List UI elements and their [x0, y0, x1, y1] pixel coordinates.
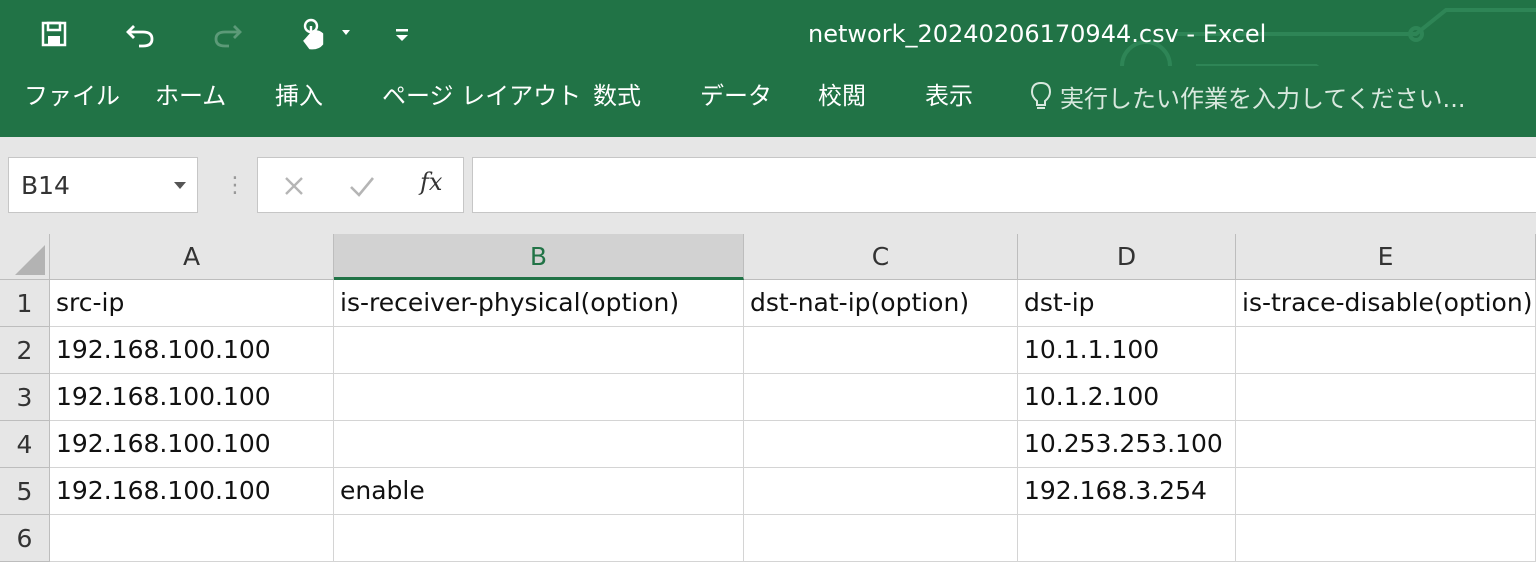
cell-b3[interactable]	[334, 374, 744, 421]
tab-home[interactable]: ホーム	[155, 79, 226, 113]
window-title: network_20240206170944.csv - Excel	[808, 20, 1267, 48]
cell-d6[interactable]	[1018, 515, 1236, 562]
cell-e1[interactable]: is-trace-disable(option)	[1236, 280, 1536, 327]
cell-d2[interactable]: 10.1.1.100	[1018, 327, 1236, 374]
undo-button[interactable]	[122, 12, 158, 56]
cell-e6[interactable]	[1236, 515, 1536, 562]
cell-d3[interactable]: 10.1.2.100	[1018, 374, 1236, 421]
tab-insert[interactable]: 挿入	[275, 79, 323, 113]
cell-b2[interactable]	[334, 327, 744, 374]
select-all-triangle-icon	[15, 245, 45, 275]
cell-e2[interactable]	[1236, 327, 1536, 374]
ribbon-tabs: ファイル ホーム 挿入 ページ レイアウト 数式 データ 校閲 表示 実行したい…	[0, 66, 1536, 137]
cell-e4[interactable]	[1236, 421, 1536, 468]
cell-e3[interactable]	[1236, 374, 1536, 421]
redo-icon	[214, 25, 242, 48]
redo-button[interactable]	[210, 12, 246, 56]
cell-d5[interactable]: 192.168.3.254	[1018, 468, 1236, 515]
row-header-6[interactable]: 6	[0, 515, 50, 562]
tab-file[interactable]: ファイル	[24, 79, 120, 113]
tab-page-layout[interactable]: ページ レイアウト	[382, 79, 581, 113]
column-header-c[interactable]: C	[744, 234, 1018, 280]
chevron-down-icon[interactable]	[173, 180, 187, 190]
formula-bar-buttons: fx	[257, 157, 464, 213]
undo-icon	[126, 25, 154, 48]
cell-c5[interactable]	[744, 468, 1018, 515]
lightbulb-icon	[1030, 81, 1052, 109]
cell-c2[interactable]	[744, 327, 1018, 374]
cell-a5[interactable]: 192.168.100.100	[50, 468, 334, 515]
worksheet-grid: A B C D E 1 2 3 4 5 6 src-ip is-receiver…	[0, 234, 1536, 562]
cell-a6[interactable]	[50, 515, 334, 562]
cell-a3[interactable]: 192.168.100.100	[50, 374, 334, 421]
row-header-2[interactable]: 2	[0, 327, 50, 374]
cell-c4[interactable]	[744, 421, 1018, 468]
title-bar: network_20240206170944.csv - Excel	[0, 0, 1536, 122]
formula-bar-area: B14 ⋮ fx	[0, 137, 1536, 234]
cell-a2[interactable]: 192.168.100.100	[50, 327, 334, 374]
enter-check-icon[interactable]	[348, 171, 376, 201]
cell-b6[interactable]	[334, 515, 744, 562]
touch-mode-icon	[303, 18, 350, 50]
name-box[interactable]: B14	[8, 157, 198, 213]
insert-function-button[interactable]: fx	[420, 168, 442, 196]
column-header-d[interactable]: D	[1018, 234, 1236, 280]
name-box-value: B14	[21, 171, 70, 200]
cell-b4[interactable]	[334, 421, 744, 468]
chevron-down-icon	[342, 30, 350, 35]
column-header-e[interactable]: E	[1236, 234, 1536, 280]
cell-b1[interactable]: is-receiver-physical(option)	[334, 280, 744, 327]
cell-d4[interactable]: 10.253.253.100	[1018, 421, 1236, 468]
cell-a4[interactable]: 192.168.100.100	[50, 421, 334, 468]
touch-mode-button[interactable]	[298, 12, 356, 56]
formula-bar-grip[interactable]: ⋮	[224, 173, 246, 198]
cell-c1[interactable]: dst-nat-ip(option)	[744, 280, 1018, 327]
formula-input[interactable]	[472, 157, 1536, 213]
tab-view[interactable]: 表示	[925, 79, 973, 113]
row-header-4[interactable]: 4	[0, 421, 50, 468]
cancel-icon[interactable]	[282, 171, 306, 201]
cell-c3[interactable]	[744, 374, 1018, 421]
row-header-3[interactable]: 3	[0, 374, 50, 421]
save-icon	[41, 21, 67, 47]
save-button[interactable]	[36, 12, 72, 56]
cell-b5[interactable]: enable	[334, 468, 744, 515]
column-header-a[interactable]: A	[50, 234, 334, 280]
cell-a1[interactable]: src-ip	[50, 280, 334, 327]
customize-qat-icon	[396, 29, 408, 41]
tab-formulas[interactable]: 数式	[593, 79, 641, 113]
tab-data[interactable]: データ	[700, 79, 772, 113]
cell-c6[interactable]	[744, 515, 1018, 562]
row-header-1[interactable]: 1	[0, 280, 50, 327]
tell-me-search[interactable]: 実行したい作業を入力してください...	[1030, 79, 1465, 113]
column-header-b[interactable]: B	[334, 234, 744, 280]
tab-review[interactable]: 校閲	[818, 79, 866, 113]
customize-qat-button[interactable]	[392, 12, 412, 56]
cell-d1[interactable]: dst-ip	[1018, 280, 1236, 327]
select-all-button[interactable]	[0, 234, 50, 280]
cell-e5[interactable]	[1236, 468, 1536, 515]
tell-me-placeholder: 実行したい作業を入力してください...	[1060, 84, 1466, 113]
row-header-5[interactable]: 5	[0, 468, 50, 515]
